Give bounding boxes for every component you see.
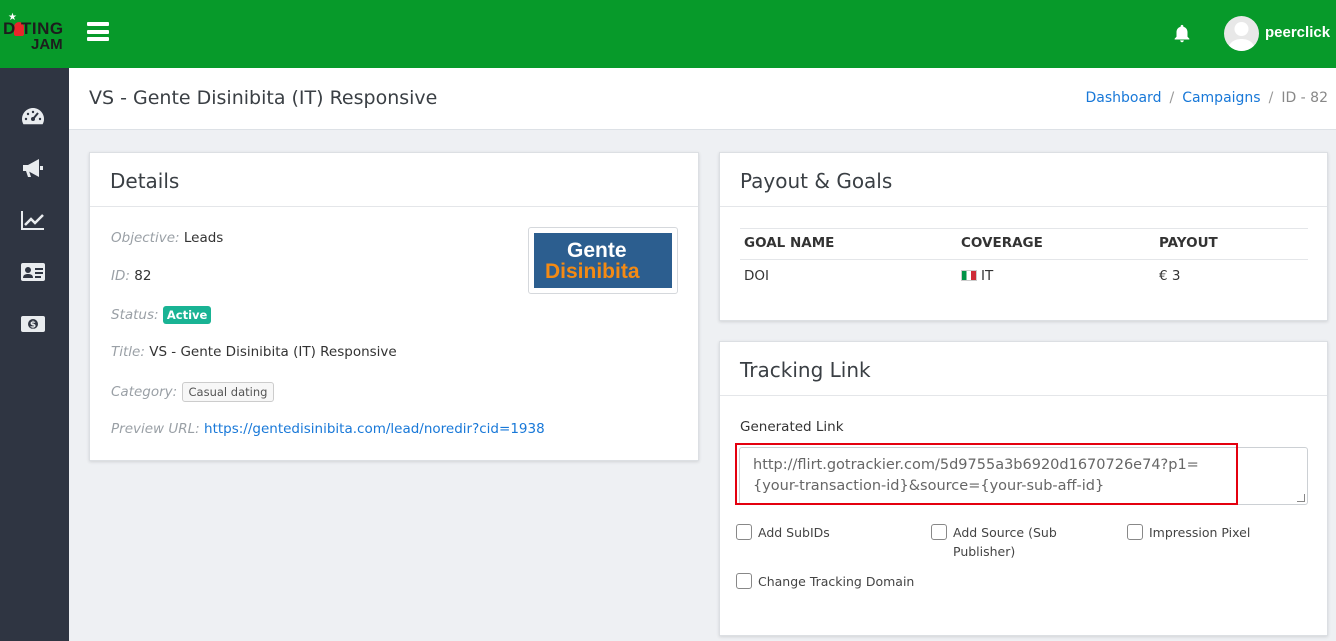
- column-header-goal-name: GOAL NAME: [744, 235, 835, 251]
- add-source-checkbox[interactable]: Add Source (Sub Publisher): [931, 523, 1091, 561]
- italy-flag-icon: [961, 270, 977, 281]
- objective-row: Objective: Leads: [111, 230, 223, 246]
- coverage-value: IT: [981, 268, 994, 284]
- status-badge: Active: [162, 306, 212, 324]
- coverage-cell: IT: [961, 268, 993, 284]
- speedometer-icon[interactable]: [20, 105, 46, 127]
- impression-pixel-checkbox[interactable]: Impression Pixel: [1127, 523, 1307, 542]
- category-label: Category:: [111, 384, 178, 400]
- money-icon[interactable]: $: [20, 313, 46, 335]
- add-source-label: Add Source (Sub Publisher): [953, 525, 1057, 559]
- menu-toggle-icon[interactable]: [87, 22, 111, 44]
- id-value: 82: [134, 268, 152, 284]
- impression-pixel-label: Impression Pixel: [1149, 525, 1251, 540]
- generated-link-textarea[interactable]: http://flirt.gotrackier.com/5d9755a3b692…: [739, 447, 1308, 505]
- top-bar: ★ D TING JAM peerclick: [0, 0, 1336, 68]
- payout-goals-card: Payout & Goals GOAL NAME COVERAGE PAYOUT…: [719, 152, 1328, 321]
- breadcrumb-dashboard[interactable]: Dashboard: [1086, 90, 1162, 106]
- details-card-title: Details: [90, 153, 698, 207]
- category-badge: Casual dating: [181, 382, 275, 402]
- table-divider: [740, 228, 1308, 229]
- payout-card-title: Payout & Goals: [720, 153, 1327, 207]
- chart-line-icon[interactable]: [20, 209, 46, 231]
- checkbox-icon[interactable]: [1127, 524, 1143, 540]
- avatar[interactable]: [1224, 16, 1259, 51]
- tracking-link-card: Tracking Link Generated Link http://flir…: [719, 341, 1328, 636]
- add-subids-checkbox[interactable]: Add SubIDs: [736, 523, 916, 542]
- logo-line-2: JAM: [31, 36, 63, 53]
- id-label: ID:: [111, 268, 130, 284]
- objective-label: Objective:: [111, 230, 180, 246]
- column-header-payout: PAYOUT: [1159, 235, 1218, 251]
- sidebar: $: [0, 68, 69, 641]
- change-tracking-domain-checkbox[interactable]: Change Tracking Domain: [736, 572, 956, 591]
- megaphone-icon[interactable]: [20, 157, 46, 179]
- checkbox-icon[interactable]: [736, 573, 752, 589]
- resize-handle-icon[interactable]: [1297, 494, 1305, 502]
- breadcrumb-separator: /: [1169, 90, 1175, 106]
- svg-text:$: $: [30, 321, 36, 331]
- objective-value: Leads: [183, 230, 224, 246]
- title-value: VS - Gente Disinibita (IT) Responsive: [149, 344, 397, 360]
- breadcrumb-separator: /: [1268, 90, 1274, 106]
- table-divider: [740, 259, 1308, 260]
- breadcrumb-campaigns[interactable]: Campaigns: [1182, 90, 1260, 106]
- id-card-icon[interactable]: [20, 261, 46, 283]
- breadcrumb: Dashboard / Campaigns / ID - 82: [1086, 90, 1329, 106]
- status-label: Status:: [111, 307, 159, 323]
- details-card: Details Objective: Leads ID: 82 Status: …: [89, 152, 699, 461]
- username[interactable]: peerclick: [1265, 24, 1330, 41]
- change-tracking-domain-label: Change Tracking Domain: [758, 574, 915, 589]
- breadcrumb-current: ID - 82: [1281, 90, 1328, 106]
- tracking-card-title: Tracking Link: [720, 342, 1327, 396]
- checkbox-icon[interactable]: [736, 524, 752, 540]
- goal-name-cell: DOI: [744, 268, 770, 284]
- preview-url-label: Preview URL:: [111, 421, 200, 437]
- category-row: Category: Casual dating: [111, 382, 275, 402]
- column-header-coverage: COVERAGE: [961, 235, 1043, 251]
- bell-icon[interactable]: [1171, 23, 1193, 45]
- preview-url-row: Preview URL: https://gentedisinibita.com…: [111, 421, 545, 437]
- preview-url-link[interactable]: https://gentedisinibita.com/lead/noredir…: [204, 421, 545, 437]
- campaign-logo-image: Gente Disinibita: [534, 233, 672, 288]
- status-row: Status: Active: [111, 306, 212, 324]
- add-subids-label: Add SubIDs: [758, 525, 830, 540]
- dating-jam-logo[interactable]: ★ D TING JAM: [0, 10, 69, 58]
- campaign-thumbnail: Gente Disinibita: [528, 227, 678, 294]
- checkbox-icon[interactable]: [931, 524, 947, 540]
- id-row: ID: 82: [111, 268, 151, 284]
- title-label: Title:: [111, 344, 145, 360]
- generated-link-label: Generated Link: [740, 419, 844, 435]
- payout-cell: € 3: [1159, 268, 1181, 284]
- thumb-line-2: Disinibita: [545, 260, 640, 283]
- title-row: Title: VS - Gente Disinibita (IT) Respon…: [111, 344, 397, 360]
- user-silhouette-icon: [1228, 22, 1255, 51]
- page-header: VS - Gente Disinibita (IT) Responsive Da…: [69, 68, 1336, 130]
- generated-link-value: http://flirt.gotrackier.com/5d9755a3b692…: [753, 457, 1199, 494]
- page-title: VS - Gente Disinibita (IT) Responsive: [89, 87, 438, 109]
